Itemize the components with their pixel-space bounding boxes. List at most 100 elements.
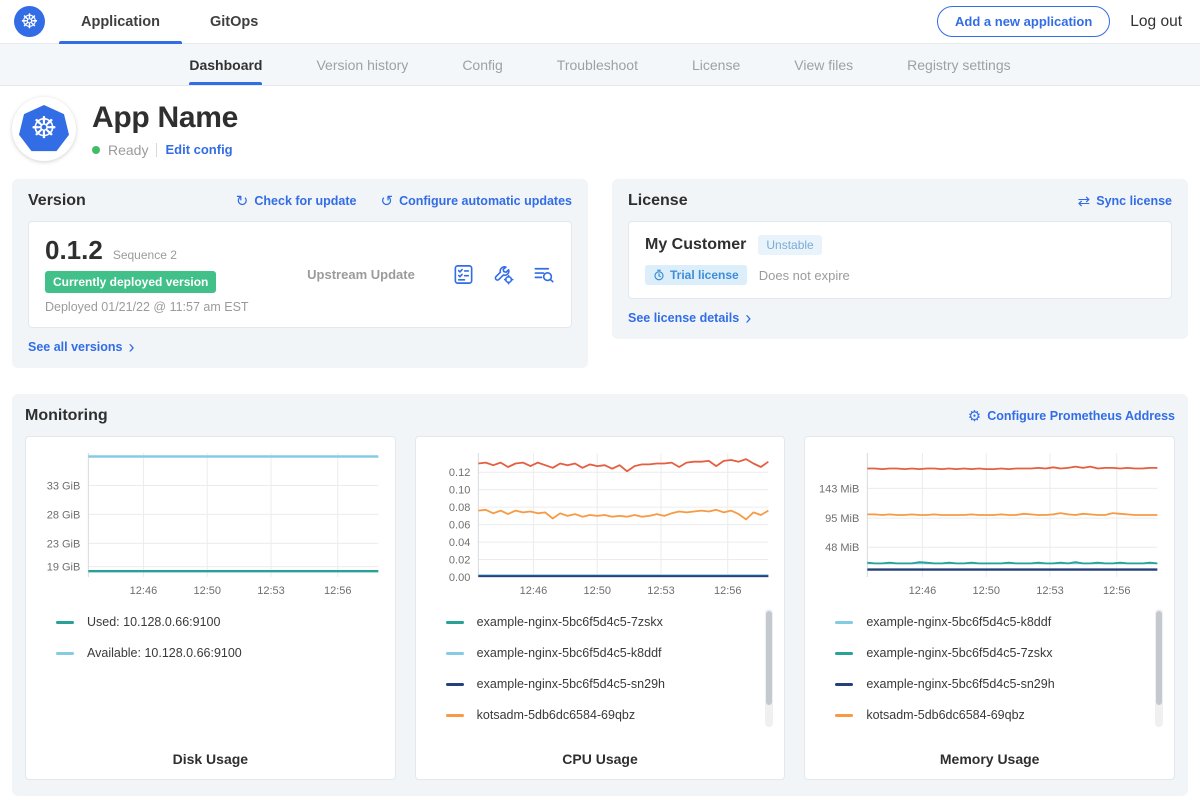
legend-swatch	[835, 621, 853, 624]
legend-scrollbar-thumb[interactable]	[766, 611, 772, 705]
legend-label: example-nginx-5bc6f5d4c5-7zskx	[866, 646, 1052, 660]
svg-text:12:50: 12:50	[193, 585, 221, 597]
tab-label: Config	[462, 57, 502, 73]
legend-item: Used: 10.128.0.66:9100	[56, 615, 371, 629]
helm-wheel-icon: ☸	[21, 9, 39, 34]
cpu-usage-legend: example-nginx-5bc6f5d4c5-7zskx example-ng…	[422, 603, 779, 751]
divider	[156, 143, 157, 157]
add-application-button[interactable]: Add a new application	[937, 6, 1110, 37]
logout-button[interactable]: Log out	[1130, 13, 1182, 31]
svg-text:12:56: 12:56	[714, 585, 742, 597]
license-card: License ⇄ Sync license My Customer Unsta…	[612, 179, 1188, 339]
app-sub-nav: Dashboard Version history Config Trouble…	[0, 44, 1200, 86]
topnav-tab-application[interactable]: Application	[71, 0, 170, 44]
svg-text:0.10: 0.10	[449, 485, 470, 497]
legend-swatch	[56, 652, 74, 655]
memory-usage-legend: example-nginx-5bc6f5d4c5-k8ddfexample-ng…	[811, 603, 1168, 751]
chevron-right-icon: ›	[129, 340, 135, 354]
legend-item: kotsadm-5db6dc6584-69qbz	[835, 708, 1150, 722]
tab-troubleshoot[interactable]: Troubleshoot	[557, 44, 638, 85]
tab-dashboard[interactable]: Dashboard	[189, 44, 262, 85]
svg-text:12:50: 12:50	[973, 585, 1001, 597]
preflight-checklist-icon[interactable]	[452, 263, 475, 286]
kubernetes-heptagon-icon: ☸	[19, 105, 69, 153]
top-nav: ☸ Application GitOps Add a new applicati…	[0, 0, 1200, 44]
legend-label: example-nginx-5bc6f5d4c5-7zskx	[477, 615, 663, 629]
tab-view-files[interactable]: View files	[794, 44, 853, 85]
topnav-tabs: Application GitOps	[71, 0, 268, 44]
app-header: ☸ App Name Ready Edit config	[0, 86, 1200, 173]
disk-usage-plot: 33 GiB28 GiB23 GiB19 GiB12:4612:5012:531…	[32, 445, 389, 603]
tab-label: Troubleshoot	[557, 57, 638, 73]
configure-prometheus-link[interactable]: ⚙ Configure Prometheus Address	[968, 409, 1175, 424]
deploy-logs-icon[interactable]	[532, 263, 555, 286]
legend-item: example-nginx-5bc6f5d4c5-7zskx	[835, 646, 1150, 660]
chart-card-disk: 33 GiB28 GiB23 GiB19 GiB12:4612:5012:531…	[25, 436, 396, 780]
chart-card-memory: 143 MiB95 MiB48 MiB12:4612:5012:5312:56 …	[804, 436, 1175, 780]
chart-title: CPU Usage	[422, 751, 779, 767]
gear-icon: ⚙	[968, 409, 981, 424]
legend-swatch	[446, 683, 464, 686]
status-text: Ready	[108, 142, 148, 158]
see-license-details-link[interactable]: See license details ›	[628, 311, 751, 325]
license-card-title: License	[628, 192, 688, 210]
legend-item: Available: 10.128.0.66:9100	[56, 646, 371, 660]
legend-item: example-nginx-5bc6f5d4c5-7zskx	[446, 615, 761, 629]
tab-config[interactable]: Config	[462, 44, 502, 85]
svg-text:19 GiB: 19 GiB	[47, 562, 81, 574]
kubernetes-logo[interactable]: ☸	[14, 6, 45, 37]
svg-text:0.06: 0.06	[449, 520, 470, 532]
svg-text:12:50: 12:50	[583, 585, 611, 597]
license-info-row: My Customer Unstable Trial license Does …	[628, 221, 1172, 299]
tab-registry-settings[interactable]: Registry settings	[907, 44, 1010, 85]
link-label: See license details	[628, 311, 739, 325]
svg-text:143 MiB: 143 MiB	[819, 484, 859, 496]
svg-text:33 GiB: 33 GiB	[47, 481, 81, 493]
cards-row: Version ↻ Check for update ↺ Configure a…	[0, 173, 1200, 368]
config-wrench-gear-icon[interactable]	[492, 263, 515, 286]
link-label: See all versions	[28, 340, 123, 354]
configure-automatic-updates-link[interactable]: ↺ Configure automatic updates	[380, 194, 572, 209]
app-status-row: Ready Edit config	[92, 142, 238, 158]
tab-license[interactable]: License	[692, 44, 740, 85]
version-card: Version ↻ Check for update ↺ Configure a…	[12, 179, 588, 368]
legend-label: kotsadm-5db6dc6584-69qbz	[866, 708, 1024, 722]
link-label: Configure automatic updates	[399, 194, 572, 208]
edit-config-link[interactable]: Edit config	[165, 142, 232, 157]
app-avatar: ☸	[12, 97, 76, 161]
charts-row: 33 GiB28 GiB23 GiB19 GiB12:4612:5012:531…	[25, 436, 1175, 780]
customer-name: My Customer	[645, 236, 746, 254]
tab-label: GitOps	[210, 14, 258, 30]
clock-refresh-icon: ↺	[380, 194, 393, 209]
tab-label: Version history	[316, 57, 408, 73]
sync-license-link[interactable]: ⇄ Sync license	[1078, 194, 1172, 209]
legend-scrollbar-thumb[interactable]	[1156, 611, 1162, 705]
version-source-label: Upstream Update	[270, 267, 452, 282]
channel-badge: Unstable	[758, 235, 821, 255]
chart-card-cpu: 0.120.100.080.060.040.020.0012:4612:5012…	[415, 436, 786, 780]
legend-label: kotsadm-5db6dc6584-69qbz	[477, 708, 635, 722]
tab-version-history[interactable]: Version history	[316, 44, 408, 85]
svg-text:0.12: 0.12	[449, 468, 470, 480]
deployed-timestamp: Deployed 01/21/22 @ 11:57 am EST	[45, 300, 270, 314]
legend-scrollbar-track	[765, 609, 773, 727]
cpu-usage-plot: 0.120.100.080.060.040.020.0012:4612:5012…	[422, 445, 779, 603]
legend-label: Used: 10.128.0.66:9100	[87, 615, 220, 629]
topnav-tab-gitops[interactable]: GitOps	[200, 0, 268, 44]
see-all-versions-link[interactable]: See all versions ›	[28, 340, 135, 354]
deployed-badge: Currently deployed version	[45, 271, 216, 293]
chart-title: Memory Usage	[811, 751, 1168, 767]
legend-item: example-nginx-5bc6f5d4c5-k8ddf	[446, 646, 761, 660]
chevron-right-icon: ›	[745, 311, 751, 325]
svg-text:28 GiB: 28 GiB	[47, 510, 81, 522]
disk-usage-legend: Used: 10.128.0.66:9100 Available: 10.128.…	[32, 603, 389, 751]
legend-label: example-nginx-5bc6f5d4c5-sn29h	[866, 677, 1054, 691]
svg-text:48 MiB: 48 MiB	[825, 543, 859, 555]
badge-label: Trial license	[670, 268, 739, 282]
check-for-update-link[interactable]: ↻ Check for update	[236, 194, 357, 209]
current-version-row: 0.1.2 Sequence 2 Currently deployed vers…	[28, 221, 572, 328]
legend-swatch	[446, 652, 464, 655]
link-label: Check for update	[254, 194, 356, 208]
svg-text:0.02: 0.02	[449, 555, 470, 567]
svg-text:0.08: 0.08	[449, 503, 470, 515]
